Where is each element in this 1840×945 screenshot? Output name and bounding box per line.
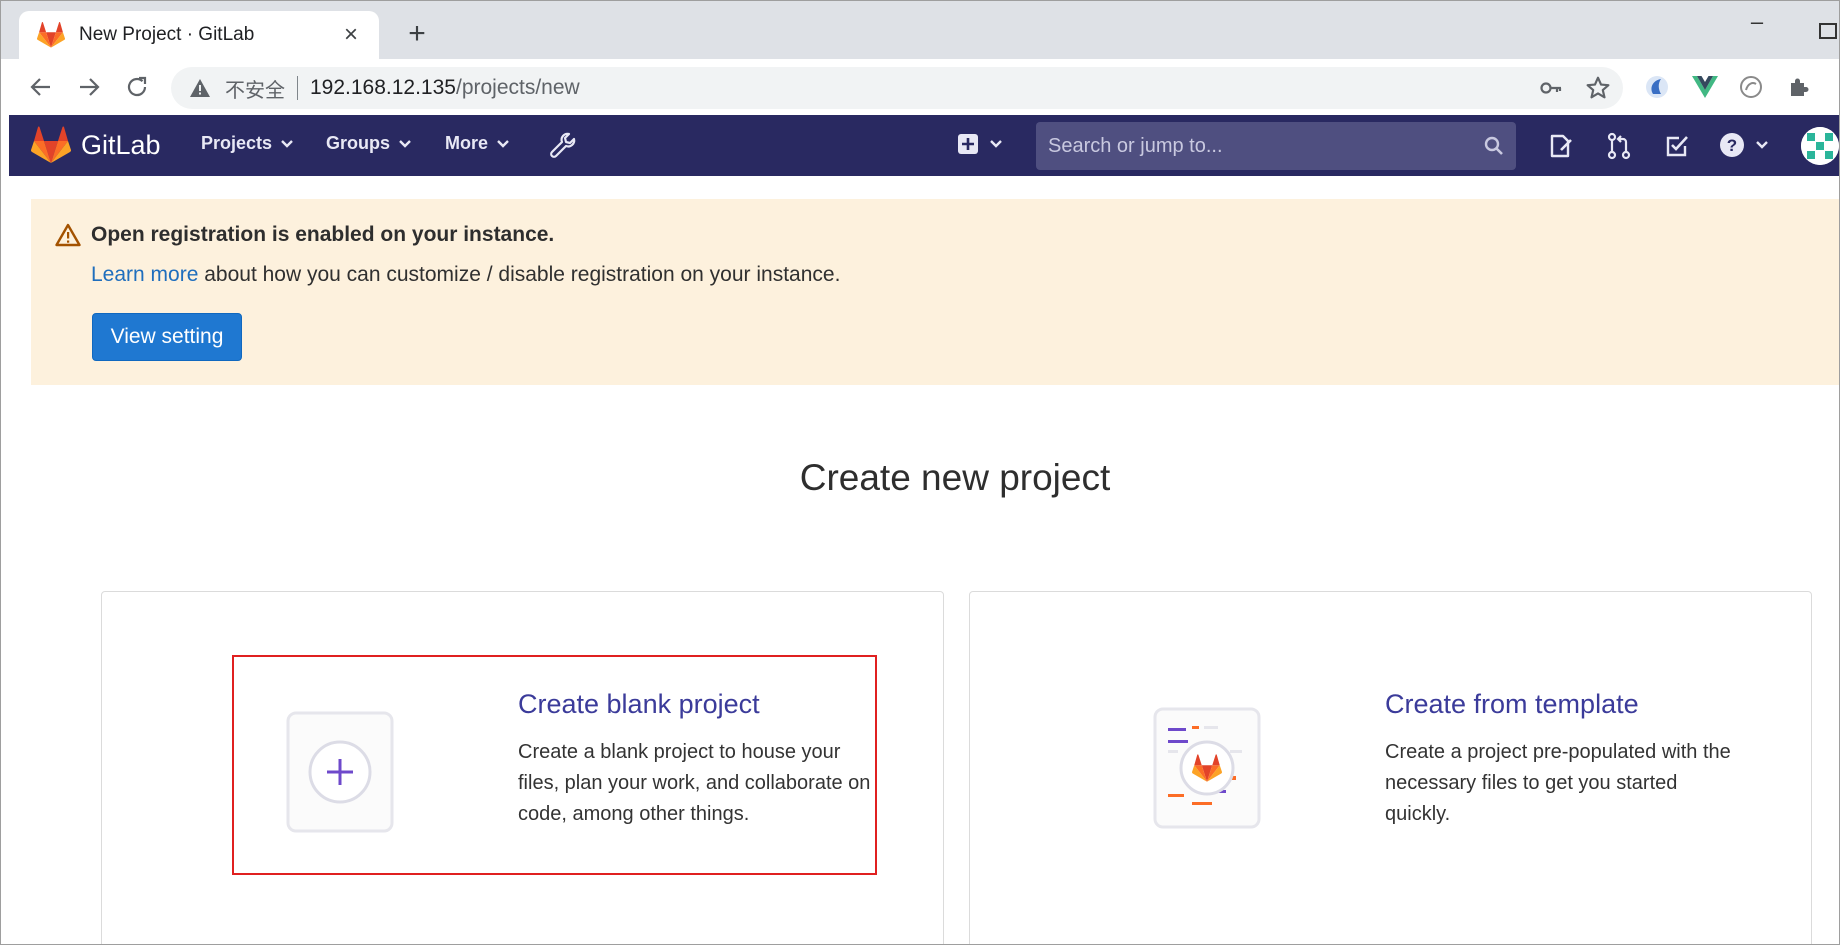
help-dropdown[interactable]: ? [1719,132,1769,158]
not-secure-icon [190,79,210,97]
create-from-template-title[interactable]: Create from template [1385,689,1639,720]
vue-devtools-icon[interactable] [1689,71,1721,103]
tab-strip: New Project · GitLab × + – [1,1,1839,59]
menu-more[interactable]: More [445,133,510,154]
alert-body: Learn more about how you can customize /… [91,263,840,287]
new-tab-icon[interactable]: + [399,17,435,53]
browser-window: New Project · GitLab × + – 不安全 192.168.1… [0,0,1840,945]
merge-requests-icon[interactable] [1605,132,1633,160]
browser-toolbar: 不安全 192.168.12.135/projects/new [1,59,1839,115]
create-blank-project-title[interactable]: Create blank project [518,689,760,720]
todos-icon[interactable] [1663,132,1691,160]
url-separator [297,76,298,100]
gitlab-header: GitLab Projects Groups More Search or ju… [9,115,1839,176]
admin-wrench-icon[interactable] [549,131,577,159]
url-host: 192.168.12.135 [310,76,456,99]
chevron-down-icon [497,139,509,148]
search-input[interactable] [1048,134,1484,158]
chevron-down-icon [990,140,1002,148]
key-icon[interactable] [1539,76,1563,100]
gitlab-logo-icon[interactable] [31,125,71,165]
gitlab-brand[interactable]: GitLab [81,130,161,161]
search-icon[interactable] [1484,136,1504,156]
browser-tab[interactable]: New Project · GitLab × [19,11,379,59]
forward-icon[interactable] [69,67,109,107]
menu-groups[interactable]: Groups [326,133,412,154]
extension-globe-icon[interactable] [1735,71,1767,103]
security-label: 不安全 [225,79,285,102]
view-setting-button[interactable]: View setting [92,313,242,361]
chevron-down-icon [399,139,411,148]
warning-icon [55,223,81,247]
extension-blue-icon[interactable] [1641,71,1673,103]
gitlab-favicon-icon [37,22,65,48]
svg-text:?: ? [1727,136,1737,155]
create-blank-project-description: Create a blank project to house your fil… [518,741,871,825]
reload-icon[interactable] [117,67,157,107]
tab-close-icon[interactable]: × [337,21,365,49]
menu-groups-label: Groups [326,133,391,153]
maximize-icon[interactable] [1819,23,1837,39]
chevron-down-icon [1756,141,1768,149]
help-icon: ? [1720,133,1744,157]
back-icon[interactable] [21,67,61,107]
chevron-down-icon [281,139,293,148]
menu-more-label: More [445,133,489,153]
page-title: Create new project [799,457,1111,498]
blank-project-plus-icon [286,711,394,833]
alert-title: Open registration is enabled on your ins… [91,223,555,246]
search-box [1036,122,1516,170]
extensions-puzzle-icon[interactable] [1783,71,1815,103]
user-avatar[interactable] [1801,127,1839,165]
issues-icon[interactable] [1547,132,1575,160]
menu-projects-label: Projects [201,133,273,153]
registration-alert: Open registration is enabled on your ins… [31,199,1839,385]
alert-body-text: about how you can customize / disable re… [198,263,841,286]
bookmark-star-icon[interactable] [1585,75,1611,101]
address-bar[interactable]: 不安全 192.168.12.135/projects/new [171,67,1623,109]
menu-projects[interactable]: Projects [201,133,294,154]
new-item-dropdown[interactable] [957,133,1003,155]
minimize-icon[interactable]: – [1745,11,1769,39]
learn-more-link[interactable]: Learn more [91,263,198,286]
template-gitlab-illustration-icon [1153,707,1261,829]
avatar-identicon-icon [1801,127,1839,165]
plus-square-icon [958,134,978,154]
tab-title: New Project · GitLab [79,24,255,45]
create-from-template-description: Create a project pre-populated with the … [1385,741,1731,825]
url-path: /projects/new [455,76,580,99]
